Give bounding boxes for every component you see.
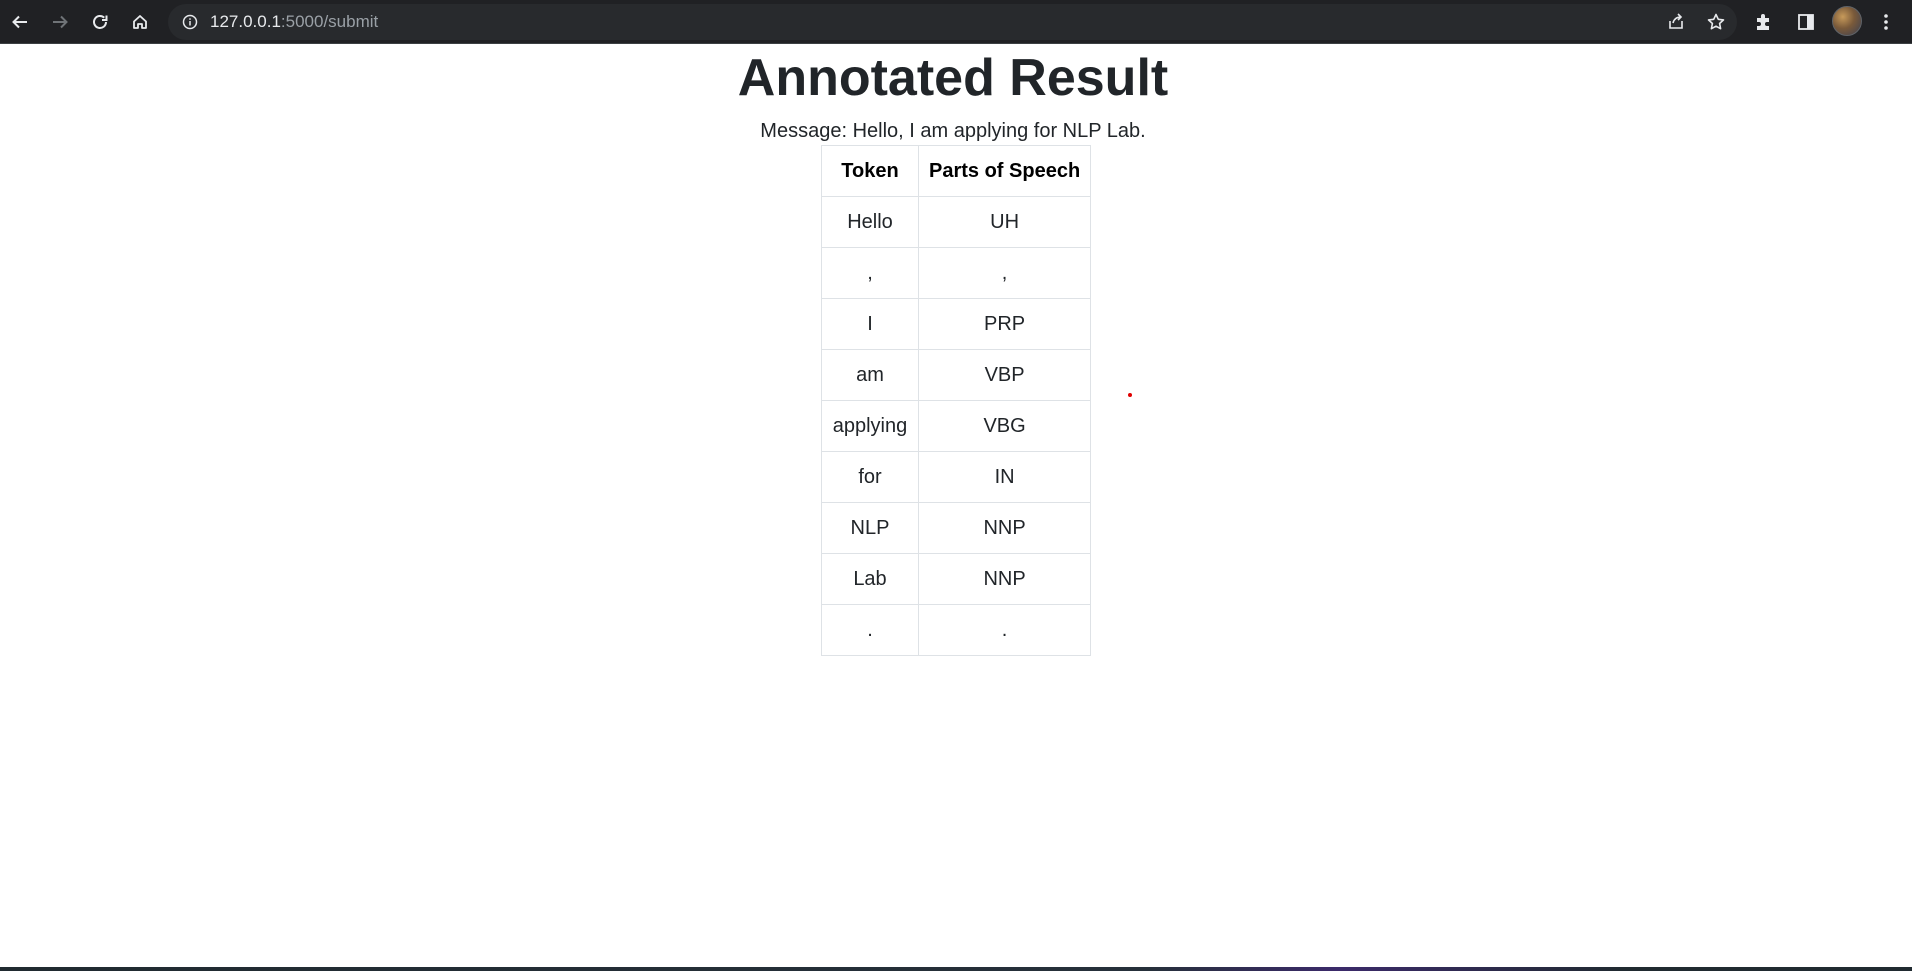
token-cell: am xyxy=(821,349,919,401)
url-host: 127.0.0.1 xyxy=(210,12,281,31)
arrow-left-icon xyxy=(12,15,27,29)
token-cell: Hello xyxy=(821,196,919,248)
taskbar-edge xyxy=(0,967,1912,971)
table-row: , , xyxy=(821,247,1092,299)
star-icon xyxy=(1707,13,1725,30)
share-button[interactable] xyxy=(1660,6,1692,38)
table-row: . . xyxy=(821,604,1092,656)
pos-cell: VBG xyxy=(917,400,1092,452)
share-icon xyxy=(1669,13,1683,29)
forward-button[interactable] xyxy=(44,6,76,38)
table-header-row: Token Parts of Speech xyxy=(821,145,1092,197)
pos-cell: PRP xyxy=(917,298,1092,350)
pos-cell: . xyxy=(917,604,1092,656)
column-header-token: Token xyxy=(821,145,919,197)
token-cell: applying xyxy=(821,400,919,452)
table-row: applying VBG xyxy=(821,400,1092,452)
table-row: am VBP xyxy=(821,349,1092,401)
browser-toolbar: 127.0.0.1:5000/submit xyxy=(0,0,1912,44)
url-path: :5000/submit xyxy=(280,12,379,31)
table-row: Lab NNP xyxy=(821,553,1092,605)
token-cell: Lab xyxy=(821,553,919,605)
cursor-marker xyxy=(1128,393,1132,397)
arrow-right-icon xyxy=(53,15,68,29)
pos-cell: UH xyxy=(917,196,1092,248)
reload-button[interactable] xyxy=(84,6,116,38)
kebab-menu-icon xyxy=(1884,14,1888,30)
side-panel-icon xyxy=(1798,14,1814,30)
back-button[interactable] xyxy=(4,6,36,38)
token-cell: for xyxy=(821,451,919,503)
url-text[interactable]: 127.0.0.1:5000/submit xyxy=(210,12,378,32)
home-icon xyxy=(133,15,147,29)
menu-button[interactable] xyxy=(1870,6,1902,38)
pos-table: Token Parts of Speech Hello UH , , I PRP… xyxy=(821,145,1092,656)
table-row: I PRP xyxy=(821,298,1092,350)
extensions-button[interactable] xyxy=(1748,6,1780,38)
token-cell: I xyxy=(821,298,919,350)
token-cell: , xyxy=(821,247,919,299)
side-panel-button[interactable] xyxy=(1790,6,1822,38)
home-button[interactable] xyxy=(124,6,156,38)
info-icon[interactable] xyxy=(182,14,198,30)
page-title: Annotated Result xyxy=(737,49,1169,107)
pos-cell: NNP xyxy=(917,502,1092,554)
pos-cell: VBP xyxy=(917,349,1092,401)
token-cell: . xyxy=(821,604,919,656)
token-cell: NLP xyxy=(821,502,919,554)
message-text: Message: Hello, I am applying for NLP La… xyxy=(760,120,1146,142)
column-header-pos: Parts of Speech xyxy=(917,145,1092,197)
pos-cell: NNP xyxy=(917,553,1092,605)
address-bar[interactable]: 127.0.0.1:5000/submit xyxy=(168,4,1737,40)
bookmark-button[interactable] xyxy=(1700,6,1732,38)
pos-cell: IN xyxy=(917,451,1092,503)
reload-icon xyxy=(93,15,108,29)
puzzle-icon xyxy=(1757,14,1769,30)
table-row: NLP NNP xyxy=(821,502,1092,554)
table-row: for IN xyxy=(821,451,1092,503)
profile-avatar[interactable] xyxy=(1832,6,1862,36)
pos-cell: , xyxy=(917,247,1092,299)
page-content: Annotated Result Message: Hello, I am ap… xyxy=(0,44,1912,967)
table-row: Hello UH xyxy=(821,196,1092,248)
